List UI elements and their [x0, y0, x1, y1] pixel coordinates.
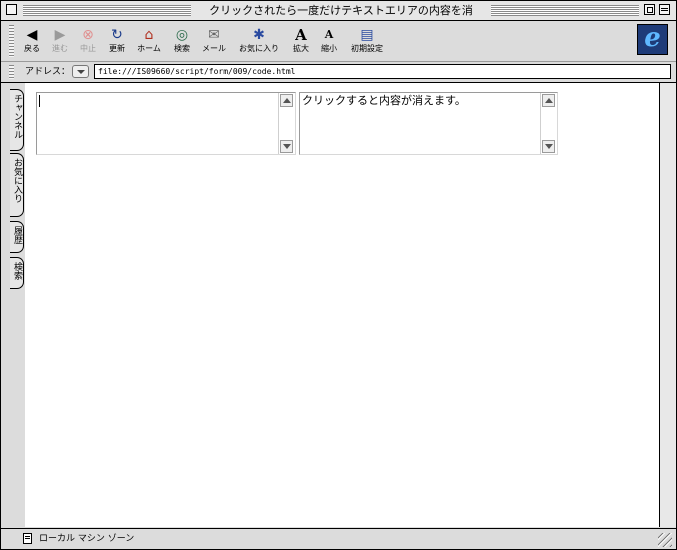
text-larger-icon: A	[295, 26, 307, 44]
home-icon: ⌂	[144, 27, 154, 43]
textarea-clear-on-click-value: クリックすると内容が消えます。	[302, 94, 466, 107]
close-box[interactable]	[6, 4, 17, 15]
scroll-up-arrow-icon[interactable]	[542, 94, 555, 107]
tab-channels-label: チャンネル	[12, 94, 22, 139]
mail-label: メール	[202, 44, 226, 53]
scroll-down-arrow-icon[interactable]	[542, 140, 555, 153]
status-bar: ローカル マシン ゾーン	[1, 528, 676, 549]
text-smaller-button[interactable]: A 縮小	[317, 27, 341, 59]
toolbar: ◀ 戻る ▶ 進む ⊗ 中止 ↻ 更新 ⌂ ホーム ◎ 検索 ✉ メール ✱ お	[1, 21, 676, 62]
window-title: クリックされたら一度だけテキストエリアの内容を消	[191, 3, 491, 18]
stop-button[interactable]: ⊗ 中止	[75, 27, 101, 59]
preferences-label: 初期設定	[351, 44, 383, 53]
tab-channels[interactable]: チャンネル	[10, 89, 24, 151]
text-larger-button[interactable]: A 拡大	[289, 27, 313, 59]
stop-label: 中止	[80, 44, 96, 53]
address-bar: アドレス： file:///IS09660/script/form/009/co…	[1, 62, 676, 83]
stop-icon: ⊗	[82, 27, 94, 43]
explorer-bar-edge	[1, 83, 9, 527]
favorites-button[interactable]: ✱ お気に入り	[235, 27, 283, 59]
zoom-box[interactable]	[644, 4, 655, 15]
mail-icon: ✉	[208, 27, 220, 43]
address-grip[interactable]	[9, 65, 14, 79]
preferences-button[interactable]: ▤ 初期設定	[347, 27, 387, 59]
favorites-label: お気に入り	[239, 44, 279, 53]
refresh-icon: ↻	[111, 27, 123, 43]
address-field[interactable]: file:///IS09660/script/form/009/code.htm…	[94, 64, 671, 79]
text-caret	[39, 95, 40, 107]
textarea-empty-scrollbar[interactable]	[278, 93, 295, 154]
ie-logo-icon: e	[644, 23, 661, 53]
textarea-clear-scrollbar[interactable]	[540, 93, 557, 154]
tab-history-label: 履歴	[12, 226, 22, 244]
address-history-dropdown[interactable]	[72, 65, 89, 78]
search-icon: ◎	[175, 27, 189, 43]
title-bar[interactable]: クリックされたら一度だけテキストエリアの内容を消	[1, 1, 676, 21]
preferences-icon: ▤	[360, 27, 374, 43]
window-vertical-scrollbar[interactable]	[659, 83, 676, 527]
forward-label: 進む	[52, 44, 68, 53]
toolbar-grip[interactable]	[9, 25, 14, 57]
refresh-label: 更新	[109, 44, 125, 53]
text-smaller-label: 縮小	[321, 44, 337, 53]
tab-favorites[interactable]: お気に入り	[10, 153, 24, 217]
collapse-box[interactable]	[659, 4, 670, 15]
favorites-icon: ✱	[253, 27, 265, 43]
tab-search-label: 検索	[12, 262, 22, 280]
back-button[interactable]: ◀ 戻る	[19, 27, 45, 59]
page-content: クリックすると内容が消えます。	[25, 83, 659, 527]
scroll-up-arrow-icon[interactable]	[280, 94, 293, 107]
mail-button[interactable]: ✉ メール	[198, 27, 230, 59]
forward-button[interactable]: ▶ 進む	[47, 27, 73, 59]
tab-search[interactable]: 検索	[10, 257, 24, 289]
browser-window: クリックされたら一度だけテキストエリアの内容を消 ◀ 戻る ▶ 進む ⊗ 中止 …	[0, 0, 677, 550]
search-label: 検索	[174, 44, 190, 53]
scroll-down-arrow-icon[interactable]	[280, 140, 293, 153]
home-label: ホーム	[137, 44, 161, 53]
zone-icon	[23, 533, 32, 544]
security-zone-text: ローカル マシン ゾーン	[39, 534, 135, 544]
textarea-empty[interactable]	[36, 92, 296, 155]
home-button[interactable]: ⌂ ホーム	[133, 27, 165, 59]
tab-favorites-label: お気に入り	[12, 158, 22, 203]
title-stripes-left	[23, 5, 191, 16]
address-label: アドレス：	[25, 67, 71, 77]
text-smaller-icon: A	[324, 28, 334, 41]
resize-grip-icon[interactable]	[658, 533, 672, 547]
text-larger-label: 拡大	[293, 44, 309, 53]
back-arrow-icon: ◀	[26, 27, 38, 43]
refresh-button[interactable]: ↻ 更新	[103, 27, 131, 59]
search-button[interactable]: ◎ 検索	[168, 27, 196, 59]
tab-history[interactable]: 履歴	[10, 221, 24, 253]
ie-logo[interactable]: e	[637, 24, 668, 55]
forward-arrow-icon: ▶	[54, 27, 66, 43]
textarea-clear-on-click[interactable]: クリックすると内容が消えます。	[299, 92, 558, 155]
title-stripes-right	[491, 5, 639, 16]
back-label: 戻る	[24, 44, 40, 53]
